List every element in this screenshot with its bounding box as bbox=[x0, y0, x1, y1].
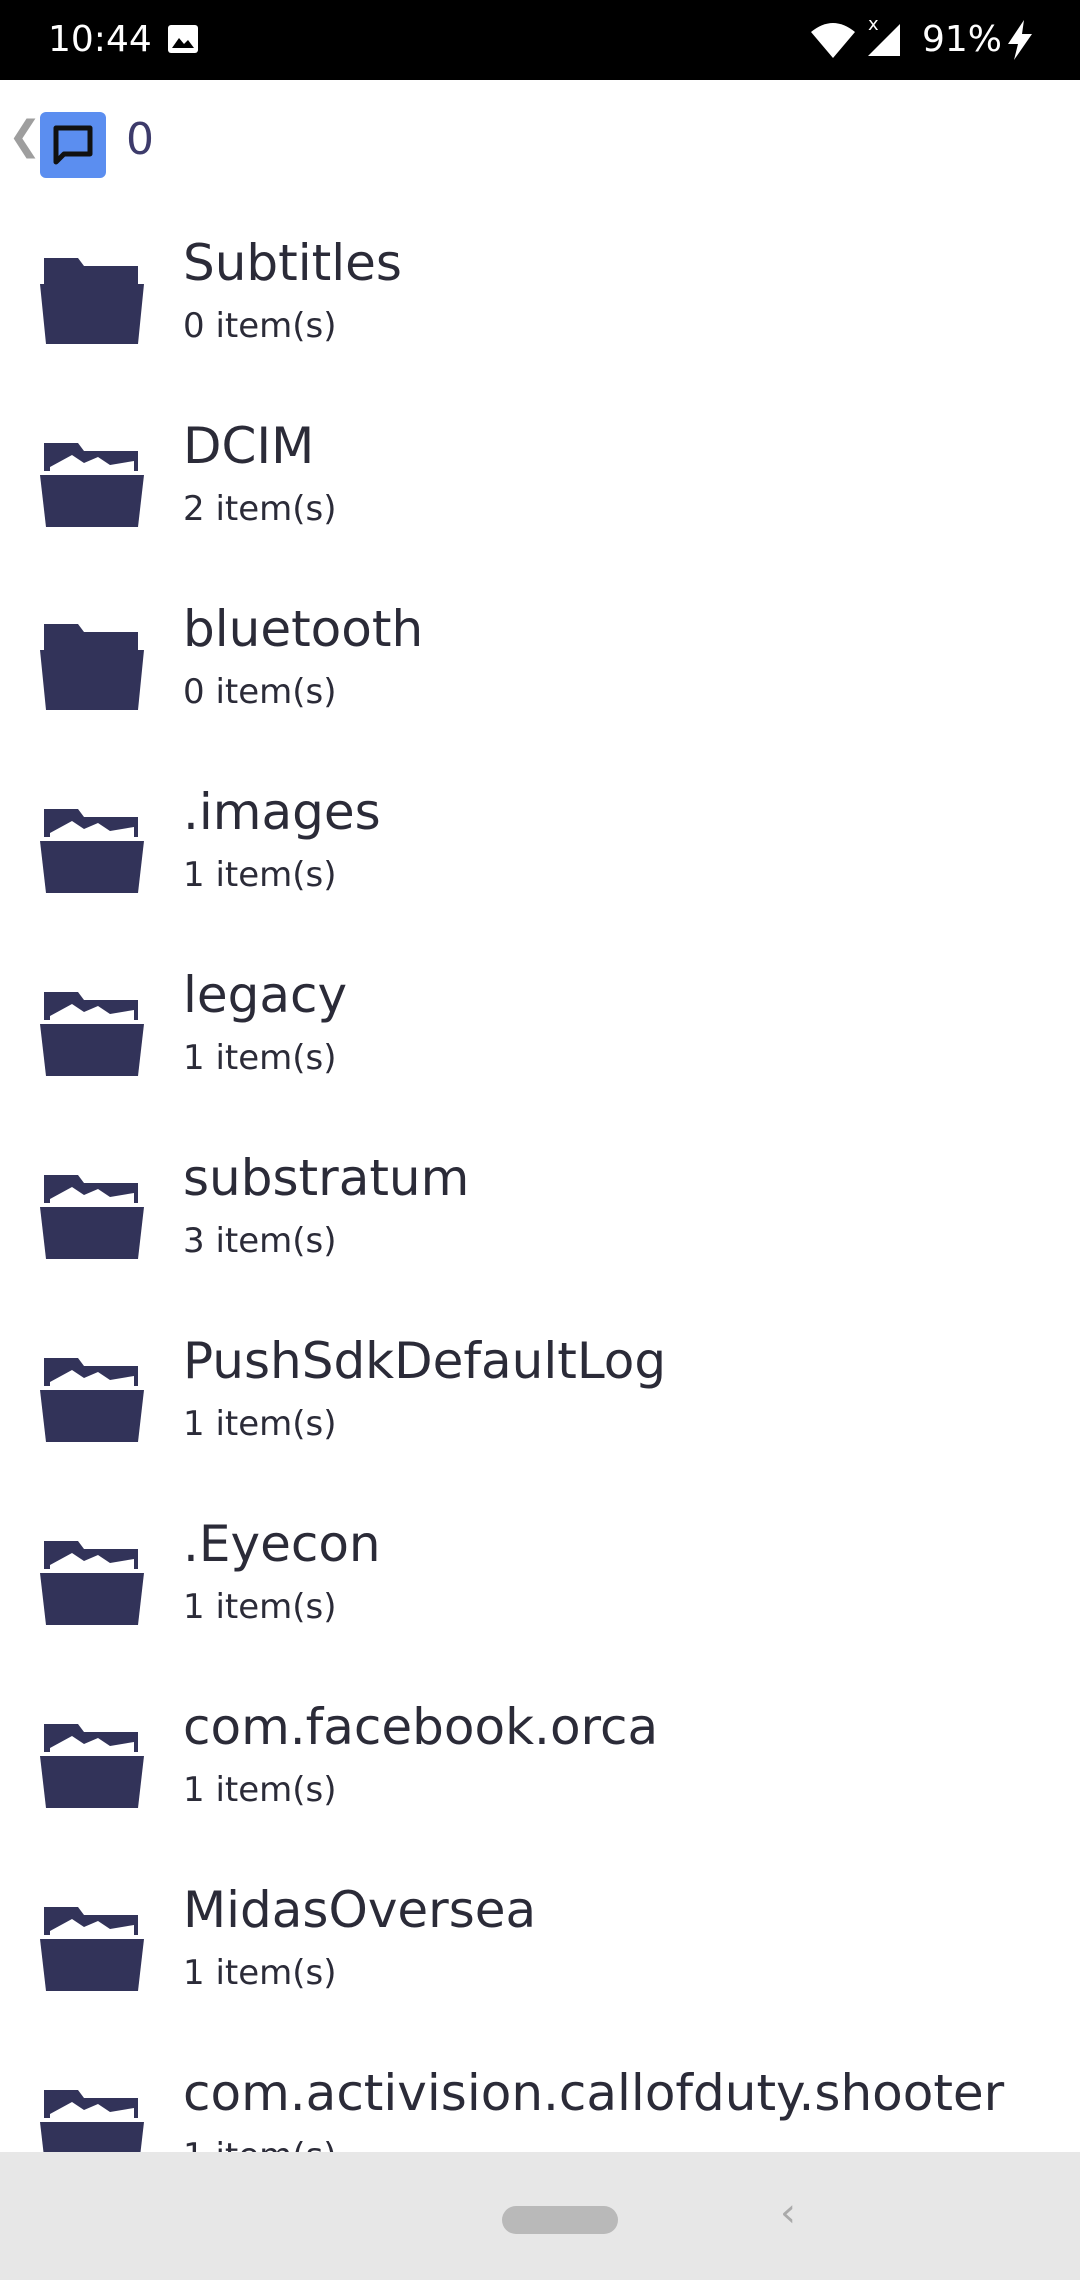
folder-open-icon bbox=[40, 443, 144, 527]
home-pill[interactable] bbox=[502, 2206, 618, 2234]
folder-name: substratum bbox=[183, 1149, 470, 1207]
battery-percent: 91% bbox=[922, 19, 1003, 60]
folder-name: legacy bbox=[183, 966, 348, 1024]
charging-icon bbox=[1008, 20, 1032, 60]
folder-row[interactable]: MidasOversea 1 item(s) bbox=[0, 1853, 1080, 2036]
folder-item-count: 2 item(s) bbox=[183, 489, 337, 529]
wifi-icon bbox=[811, 23, 855, 58]
folder-row[interactable]: com.facebook.orca 1 item(s) bbox=[0, 1670, 1080, 1853]
gallery-icon bbox=[168, 25, 198, 53]
folder-item-count: 1 item(s) bbox=[183, 1587, 337, 1627]
folder-item-count: 1 item(s) bbox=[183, 1953, 337, 1993]
folder-empty-icon bbox=[40, 624, 144, 710]
folder-name: MidasOversea bbox=[183, 1881, 537, 1939]
folder-row[interactable]: substratum 3 item(s) bbox=[0, 1121, 1080, 1304]
folder-item-count: 1 item(s) bbox=[183, 1770, 337, 1810]
selection-count: 0 bbox=[126, 114, 154, 165]
status-time: 10:44 bbox=[48, 19, 152, 60]
folder-open-icon bbox=[40, 1724, 144, 1808]
back-icon[interactable]: ❮ bbox=[8, 116, 42, 156]
status-bar: 10:44 x 91% bbox=[0, 0, 1080, 80]
folder-name: .images bbox=[183, 783, 381, 841]
folder-item-count: 3 item(s) bbox=[183, 1221, 337, 1261]
folder-open-icon bbox=[40, 1358, 144, 1442]
folder-open-icon bbox=[40, 809, 144, 893]
folder-open-icon bbox=[40, 1907, 144, 1991]
folder-name: DCIM bbox=[183, 417, 315, 475]
cell-signal-icon bbox=[868, 24, 900, 56]
folder-row[interactable]: .Eyecon 1 item(s) bbox=[0, 1487, 1080, 1670]
folder-name: bluetooth bbox=[183, 600, 424, 658]
folder-name: .Eyecon bbox=[183, 1515, 381, 1573]
folder-name: Subtitles bbox=[183, 234, 402, 292]
folder-row[interactable]: legacy 1 item(s) bbox=[0, 938, 1080, 1121]
folder-item-count: 1 item(s) bbox=[183, 1038, 337, 1078]
folder-open-icon bbox=[40, 1175, 144, 1259]
nav-back-icon[interactable]: ‹ bbox=[780, 2190, 796, 2236]
folder-name: com.activision.callofduty.shooter bbox=[183, 2064, 1005, 2122]
folder-row[interactable]: .images 1 item(s) bbox=[0, 755, 1080, 938]
folder-row[interactable]: DCIM 2 item(s) bbox=[0, 389, 1080, 572]
folder-item-count: 1 item(s) bbox=[183, 855, 337, 895]
folder-name: PushSdkDefaultLog bbox=[183, 1332, 667, 1390]
folder-open-icon bbox=[40, 1541, 144, 1625]
chat-button[interactable] bbox=[40, 112, 106, 178]
folder-item-count: 0 item(s) bbox=[183, 672, 337, 712]
folder-row[interactable]: Subtitles 0 item(s) bbox=[0, 206, 1080, 389]
folder-list: Subtitles 0 item(s) DCIM 2 item(s) bluetooth… bbox=[0, 206, 1080, 2219]
folder-empty-icon bbox=[40, 258, 144, 344]
folder-open-icon bbox=[40, 992, 144, 1076]
folder-name: com.facebook.orca bbox=[183, 1698, 659, 1756]
folder-row[interactable]: PushSdkDefaultLog 1 item(s) bbox=[0, 1304, 1080, 1487]
folder-item-count: 1 item(s) bbox=[183, 1404, 337, 1444]
folder-row[interactable]: bluetooth 0 item(s) bbox=[0, 572, 1080, 755]
chat-icon bbox=[53, 125, 93, 165]
folder-item-count: 0 item(s) bbox=[183, 306, 337, 346]
navigation-bar: ‹ bbox=[0, 2152, 1080, 2280]
top-bar: ❮ 0 bbox=[0, 80, 1080, 206]
